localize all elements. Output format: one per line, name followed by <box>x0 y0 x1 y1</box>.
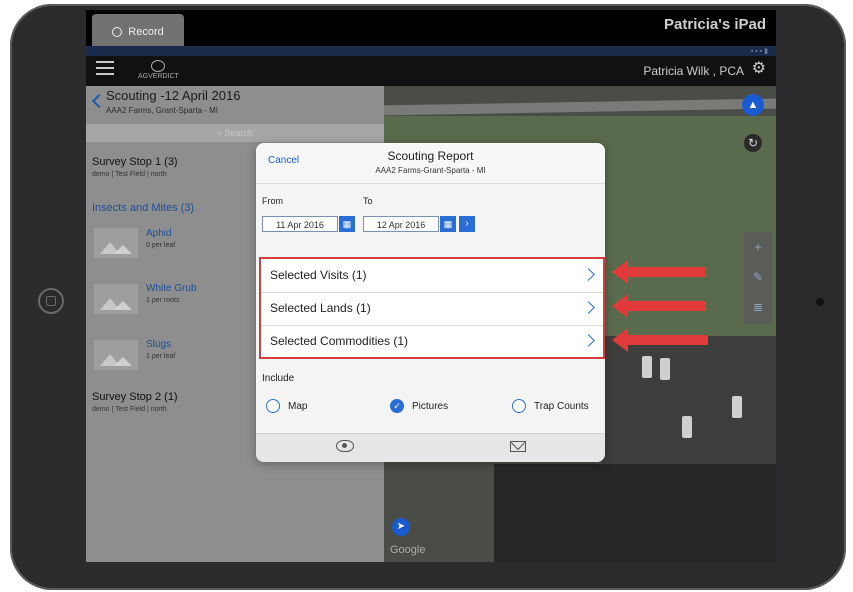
map-car <box>660 358 670 380</box>
device-name: Patricia's iPad <box>664 16 766 33</box>
selected-visits-label: Selected Visits (1) <box>270 268 367 282</box>
category-insects[interactable]: Insects and Mites (3) <box>92 202 194 214</box>
option-map-label: Map <box>288 400 308 412</box>
photo-thumbnail[interactable] <box>94 284 138 314</box>
dialog-header: Cancel Scouting Report AAA2 Farms-Grant-… <box>256 143 605 184</box>
locate-icon[interactable]: ➤ <box>392 518 410 536</box>
option-trap-counts-label: Trap Counts <box>534 400 589 412</box>
survey-stop-1-detail: demo | Test Field | north <box>92 171 167 178</box>
mail-icon[interactable] <box>510 441 526 452</box>
scouting-subtitle: AAA2 Farms, Grant-Sparta - MI <box>106 106 219 115</box>
calendar-icon[interactable]: ▦ <box>440 216 456 232</box>
menu-icon[interactable] <box>96 61 114 75</box>
checkmark-icon[interactable]: ✓ <box>390 399 404 413</box>
survey-stop-1[interactable]: Survey Stop 1 (3) <box>92 156 178 168</box>
record-icon <box>112 27 123 37</box>
gear-icon[interactable]: ⚙ <box>752 61 766 77</box>
list-item-slugs-detail: 1 per leaf <box>146 353 176 360</box>
edit-icon[interactable]: ✎ <box>744 262 772 292</box>
to-label: To <box>363 196 373 206</box>
map-car <box>732 396 742 418</box>
app-header: AGVERDICT Patricia Wilk , PCA ⚙ <box>86 56 776 86</box>
list-item-aphid[interactable]: Aphid <box>146 228 172 239</box>
option-pictures[interactable]: ✓ Pictures <box>390 397 448 415</box>
status-bar: ▪ ▪ ▪ ▮ <box>86 46 776 56</box>
list-icon[interactable]: ≣ <box>744 292 772 322</box>
list-item-slugs[interactable]: Slugs <box>146 339 171 350</box>
map-car <box>682 416 692 438</box>
survey-stop-2[interactable]: Survey Stop 2 (1) <box>92 391 178 403</box>
selected-commodities-row[interactable]: Selected Commodities (1) <box>261 325 603 358</box>
search-input[interactable]: ⌕ Search <box>86 124 384 142</box>
logo-mark <box>151 60 166 72</box>
selected-commodities-label: Selected Commodities (1) <box>270 334 409 348</box>
radio-trap-counts[interactable] <box>512 399 526 413</box>
camera <box>816 298 824 306</box>
annotation-arrow <box>612 260 706 284</box>
annotation-arrow <box>612 294 706 318</box>
dialog-subtitle: AAA2 Farms-Grant-Sparta - MI <box>375 166 486 175</box>
calendar-icon[interactable]: ▦ <box>339 216 355 232</box>
selected-lands-label: Selected Lands (1) <box>270 301 371 315</box>
option-trap-counts[interactable]: Trap Counts <box>512 397 589 415</box>
search-placeholder: Search <box>224 128 254 138</box>
refresh-icon[interactable]: ↻ <box>744 134 762 152</box>
survey-stop-2-detail: demo | Test Field | north <box>92 406 167 413</box>
chevron-left-icon <box>91 93 107 109</box>
google-logo: Google <box>390 544 426 556</box>
map-parking-lot <box>602 336 776 466</box>
home-button[interactable] <box>38 288 64 314</box>
status-icons: ▪ ▪ ▪ ▮ <box>750 48 768 55</box>
selections-highlight: Selected Visits (1) Selected Lands (1) S… <box>259 257 605 359</box>
plus-icon[interactable]: + <box>744 232 772 262</box>
chevron-right-icon <box>582 334 595 347</box>
from-date-field[interactable]: 11 Apr 2016 <box>262 216 338 232</box>
map-car <box>642 356 652 378</box>
from-label: From <box>262 196 283 206</box>
selected-lands-row[interactable]: Selected Lands (1) <box>261 292 603 326</box>
scouting-title: Scouting -12 April 2016 <box>106 88 241 103</box>
eye-icon[interactable] <box>336 440 354 452</box>
dialog-title: Scouting Report <box>387 149 474 163</box>
selected-visits-row[interactable]: Selected Visits (1) <box>261 259 603 293</box>
map-road <box>384 98 776 116</box>
radio-map[interactable] <box>266 399 280 413</box>
record-label: Record <box>128 26 164 38</box>
to-date-field[interactable]: 12 Apr 2016 <box>363 216 439 232</box>
record-button[interactable]: Record <box>92 14 184 50</box>
map-toolbar: + ✎ ≣ <box>744 232 772 324</box>
dialog-footer <box>256 433 605 462</box>
scouting-report-dialog: Cancel Scouting Report AAA2 Farms-Grant-… <box>256 143 605 462</box>
chevron-right-icon[interactable]: › <box>459 216 475 232</box>
option-pictures-label: Pictures <box>412 400 449 412</box>
chevron-right-icon <box>582 268 595 281</box>
list-item-white-grub-detail: 1 per roots <box>146 297 180 304</box>
map-building <box>494 464 776 562</box>
photo-thumbnail[interactable] <box>94 228 138 258</box>
option-map[interactable]: Map <box>266 397 307 415</box>
warning-icon[interactable]: ▲ <box>742 94 764 116</box>
app-logo: AGVERDICT <box>138 60 179 80</box>
list-item-aphid-detail: 0 per leaf <box>146 242 176 249</box>
logo-text: AGVERDICT <box>138 73 179 80</box>
user-name: Patricia Wilk , PCA <box>643 64 744 78</box>
include-label: Include <box>262 373 295 384</box>
list-item-white-grub[interactable]: White Grub <box>146 283 197 294</box>
annotation-arrow <box>612 328 708 352</box>
chevron-right-icon <box>582 301 595 314</box>
photo-thumbnail[interactable] <box>94 340 138 370</box>
